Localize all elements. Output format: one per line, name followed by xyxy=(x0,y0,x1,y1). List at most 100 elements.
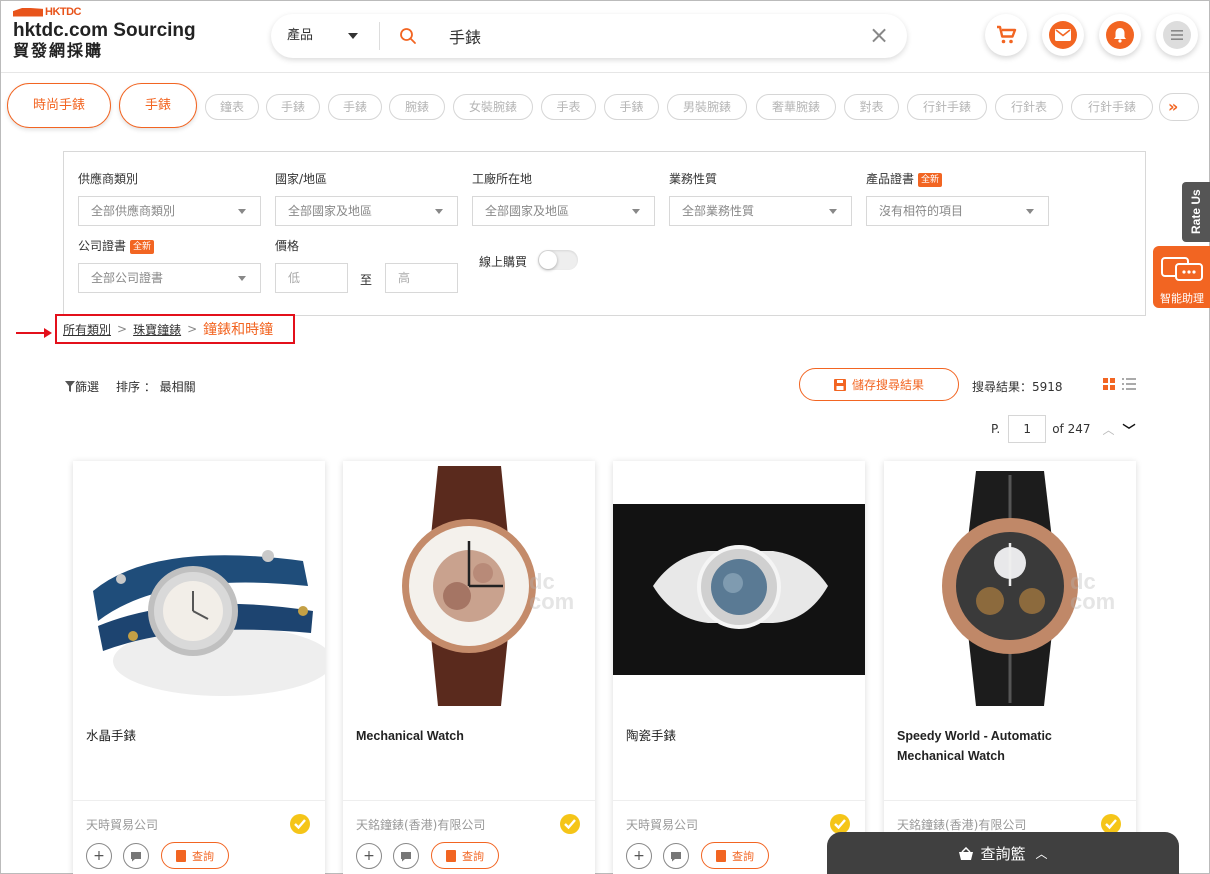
cart-button[interactable] xyxy=(985,14,1027,56)
country-select[interactable]: 全部國家及地區 xyxy=(275,196,458,226)
chevron-down-icon[interactable] xyxy=(348,33,358,39)
basket-icon xyxy=(959,846,974,860)
keyword-chip[interactable]: 男裝腕錶 xyxy=(667,94,747,120)
product-card[interactable]: 陶瓷手錶 天時貿易公司 + 查詢 xyxy=(613,461,865,874)
supplier-name[interactable]: 天時貿易公司 xyxy=(626,816,698,833)
keyword-chip[interactable]: 手錶 xyxy=(266,94,320,120)
keyword-chip[interactable]: 鐘表 xyxy=(205,94,259,120)
product-image[interactable] xyxy=(613,461,865,711)
supplier-name[interactable]: 天銘鐘錶(香港)有限公司 xyxy=(356,816,485,833)
watermark: com xyxy=(1070,589,1116,614)
verified-badge-icon xyxy=(560,814,580,834)
chevron-down-icon xyxy=(435,209,443,214)
message-button[interactable] xyxy=(1042,14,1084,56)
product-card[interactable]: dc com Speedy World - Automatic Mechanic… xyxy=(884,461,1136,874)
document-icon xyxy=(716,849,726,862)
bell-icon xyxy=(1114,28,1126,43)
chevron-down-icon[interactable]: ﹀ xyxy=(1123,420,1136,439)
close-icon[interactable]: × xyxy=(869,23,889,47)
notification-button[interactable] xyxy=(1099,14,1141,56)
select-value: 全部國家及地區 xyxy=(485,204,570,218)
breadcrumb-link[interactable]: 所有類別 xyxy=(63,321,111,338)
new-badge: 全新 xyxy=(130,240,155,254)
keyword-chip[interactable]: 時尚手錶 xyxy=(7,83,111,128)
product-card[interactable]: 水晶手錶 天時貿易公司 + 查詢 xyxy=(73,461,325,874)
chevron-right-icon[interactable]: » xyxy=(1159,93,1199,121)
inquire-button[interactable]: 查詢 xyxy=(161,842,229,869)
keyword-chip[interactable]: 對表 xyxy=(844,94,899,120)
price-separator: 至 xyxy=(360,273,373,287)
grid-view-icon[interactable] xyxy=(1103,378,1115,390)
breadcrumb-link[interactable]: 珠寶鐘錶 xyxy=(133,321,181,338)
inquiry-basket-bar[interactable]: 查詢籃 ︿ xyxy=(827,832,1179,874)
select-value: 沒有相符的項目 xyxy=(879,204,964,218)
search-bar: 產品 × xyxy=(271,14,907,58)
keyword-chip[interactable]: 奢華腕錶 xyxy=(756,94,836,120)
product-image[interactable] xyxy=(343,461,595,711)
inquire-button[interactable]: 查詢 xyxy=(431,842,499,869)
product-card[interactable]: dc com Mechanical Watch 天銘鐘錶(香港)有限公司 + 查… xyxy=(343,461,595,874)
chat-button[interactable] xyxy=(393,843,419,869)
keyword-chip[interactable]: 行針手錶 xyxy=(1071,94,1153,120)
chat-button[interactable] xyxy=(663,843,689,869)
chat-bubbles-icon xyxy=(1161,257,1203,281)
product-cert-select[interactable]: 沒有相符的項目 xyxy=(866,196,1049,226)
select-value: 全部業務性質 xyxy=(682,204,755,218)
business-type-select[interactable]: 全部業務性質 xyxy=(669,196,852,226)
hktdc-logo[interactable]: HKTDC hktdc.com Sourcing 貿發網採購 xyxy=(13,5,196,61)
menu-button[interactable] xyxy=(1156,14,1198,56)
inquire-button[interactable]: 查詢 xyxy=(701,842,769,869)
keyword-chip[interactable]: 行針手錶 xyxy=(907,94,987,120)
new-badge: 全新 xyxy=(918,173,943,187)
select-value: 全部國家及地區 xyxy=(288,204,373,218)
chevron-down-icon xyxy=(632,209,640,214)
product-title[interactable]: Speedy World - Automatic Mechanical Watc… xyxy=(897,726,1117,766)
keyword-chip[interactable]: 女裝腕錶 xyxy=(453,94,533,120)
top-header: HKTDC hktdc.com Sourcing 貿發網採購 產品 × xyxy=(1,1,1209,73)
product-image[interactable] xyxy=(884,461,1136,711)
add-compare-button[interactable]: + xyxy=(356,843,382,869)
chat-button[interactable] xyxy=(123,843,149,869)
product-title[interactable]: 陶瓷手錶 xyxy=(626,726,846,746)
keyword-chip[interactable]: 行針表 xyxy=(995,94,1063,120)
factory-location-select[interactable]: 全部國家及地區 xyxy=(472,196,655,226)
product-title[interactable]: 水晶手錶 xyxy=(86,726,306,746)
inquire-label: 查詢 xyxy=(732,849,754,863)
keyword-chip[interactable]: 手表 xyxy=(541,94,596,120)
company-cert-select[interactable]: 全部公司證書 xyxy=(78,263,261,293)
product-title[interactable]: Mechanical Watch xyxy=(356,726,576,746)
search-icon[interactable] xyxy=(399,27,417,45)
smart-assistant-button[interactable]: 智能助理 xyxy=(1153,246,1210,308)
product-image[interactable] xyxy=(73,461,325,711)
filter-label: 供應商類別 xyxy=(78,172,139,186)
chevron-up-icon[interactable]: ︿ xyxy=(1102,421,1114,438)
rate-us-tab[interactable]: Rate Us xyxy=(1182,182,1210,242)
page-total: of 247 xyxy=(1052,422,1091,436)
search-type-select[interactable]: 產品 xyxy=(287,14,313,58)
keyword-chip[interactable]: 手錶 xyxy=(328,94,382,120)
supplier-name[interactable]: 天時貿易公司 xyxy=(86,816,158,833)
add-compare-button[interactable]: + xyxy=(86,843,112,869)
add-compare-button[interactable]: + xyxy=(626,843,652,869)
keyword-chip[interactable]: 手錶 xyxy=(119,83,197,128)
page-number-input[interactable]: 1 xyxy=(1008,415,1047,443)
price-max-input[interactable]: 高 xyxy=(385,263,458,293)
filter-toggle-button[interactable]: 篩選 xyxy=(65,378,99,395)
supplier-name[interactable]: 天銘鐘錶(香港)有限公司 xyxy=(897,816,1026,833)
online-purchase-toggle[interactable] xyxy=(538,250,578,270)
list-view-icon[interactable] xyxy=(1122,378,1136,390)
supplier-type-select[interactable]: 全部供應商類別 xyxy=(78,196,261,226)
save-search-button[interactable]: 儲存搜尋結果 xyxy=(799,368,959,401)
pagination: P. 1 of 247 ︿ ﹀ xyxy=(991,415,1136,443)
chevron-right-icon: > xyxy=(187,322,198,336)
search-input[interactable] xyxy=(449,22,849,50)
keyword-chip[interactable]: 手錶 xyxy=(604,94,659,120)
keyword-chip[interactable]: 腕錶 xyxy=(389,94,445,120)
menu-icon xyxy=(1171,30,1183,40)
price-min-input[interactable]: 低 xyxy=(275,263,348,293)
filter-label: 價格 xyxy=(275,239,300,253)
chat-icon xyxy=(131,851,141,861)
plus-icon: + xyxy=(363,848,375,864)
save-search-label: 儲存搜尋結果 xyxy=(851,378,924,392)
sort-select[interactable]: 排序 ： 最相關 xyxy=(116,378,196,395)
